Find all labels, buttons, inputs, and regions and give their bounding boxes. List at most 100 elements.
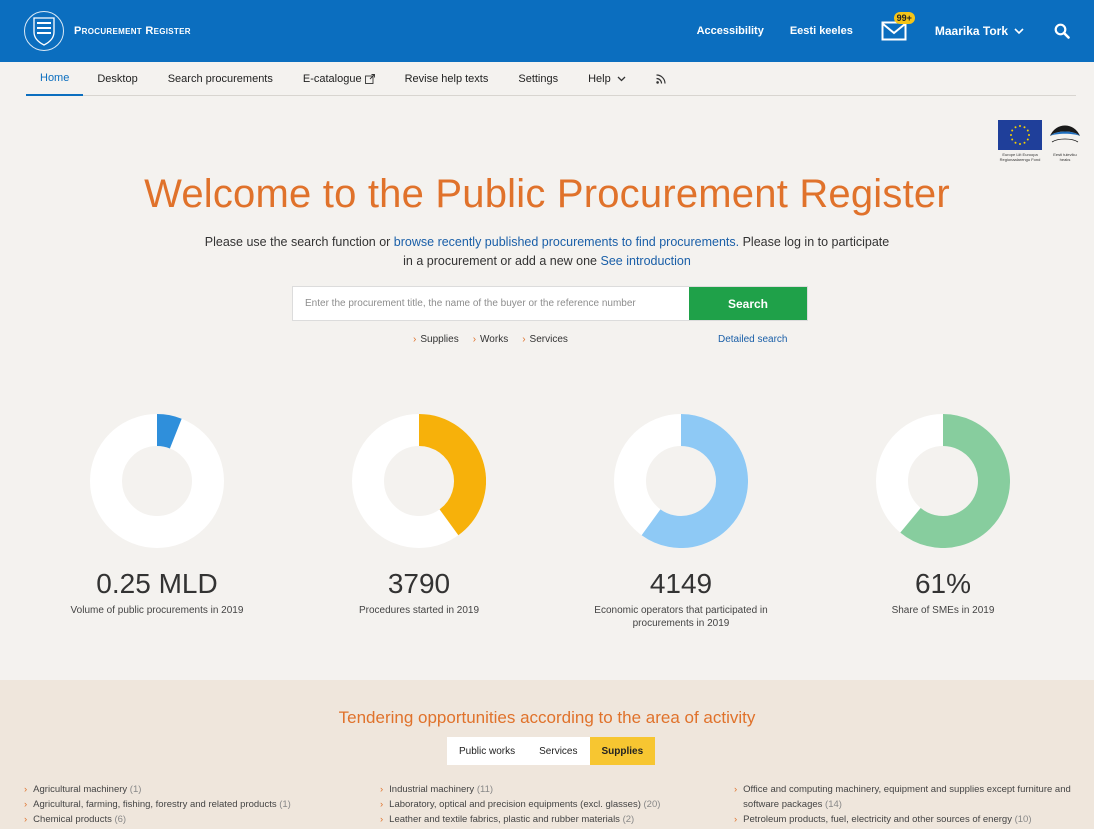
donut-chart (352, 414, 486, 548)
donut-chart (614, 414, 748, 548)
stat-label: Volume of public procurements in 2019 (70, 605, 244, 616)
stat-label: Procedures started in 2019 (358, 605, 480, 616)
activity-item[interactable]: › Office and computing machinery, equipme… (734, 782, 1074, 812)
tendering-title: Tendering opportunities according to the… (338, 708, 756, 727)
chevron-right-icon: › (24, 814, 28, 825)
chevron-right-icon: › (734, 814, 738, 825)
activity-item-count: (1) (279, 799, 291, 810)
donut-segment (418, 414, 486, 536)
detailed-search-link[interactable]: Detailed search (718, 334, 787, 345)
stat-value: 4149 (649, 568, 713, 599)
tendering-section: Tendering opportunities according to the… (0, 680, 1094, 829)
search-input[interactable] (293, 287, 689, 320)
language-link[interactable]: Eesti keeles (790, 25, 853, 37)
user-menu[interactable]: Maarika Tork (935, 24, 1024, 38)
stat-volume: 0.25 MLD Volume of public procurements i… (26, 414, 288, 617)
user-name: Maarika Tork (934, 24, 1008, 38)
chevron-right-icon: › (734, 784, 738, 795)
nav-search-procurements[interactable]: Search procurements (168, 62, 273, 96)
activity-item[interactable]: › Chemical products (6) (24, 812, 354, 827)
main-nav: Home Desktop Search procurements E-catal… (26, 62, 1076, 96)
search-form: Search (292, 286, 808, 321)
activity-item-count: (14) (825, 799, 842, 810)
accessibility-link[interactable]: Accessibility (697, 25, 764, 37)
nav-e-catalogue-label: E-catalogue (302, 72, 362, 85)
donut-segment (156, 414, 182, 449)
logo[interactable]: Procurement Register (24, 11, 191, 51)
nav-help[interactable]: Help (588, 62, 626, 96)
stat-operators: 4149 Economic operators that participate… (550, 414, 812, 630)
chevron-right-icon: › (24, 784, 28, 795)
nav-desktop[interactable]: Desktop (97, 62, 137, 96)
category-services-link[interactable]: › Services (522, 334, 568, 345)
activity-item-label: Laboratory, optical and precision equipm… (389, 799, 661, 810)
stat-value: 0.25 MLD (96, 568, 218, 599)
activity-item-label: Industrial machinery (11) (389, 784, 494, 795)
activity-item-count: (20) (643, 799, 661, 810)
mail-icon (881, 21, 907, 41)
stat-label: Economic operators that participated in … (594, 605, 768, 629)
stat-smes: 61% Share of SMEs in 2019 (812, 414, 1074, 617)
chevron-right-icon: › (380, 784, 384, 795)
mail-button[interactable]: 99+ (879, 12, 915, 44)
activity-item-count: (10) (1014, 814, 1032, 825)
chevron-right-icon: › (380, 799, 384, 810)
activity-item-label: Petroleum products, fuel, electricity an… (743, 814, 1032, 825)
nav-revise-help-texts[interactable]: Revise help texts (405, 62, 489, 96)
search-icon[interactable] (1052, 21, 1072, 41)
activity-column-3: › Office and computing machinery, equipme… (734, 782, 1074, 827)
chevron-down-icon (1014, 27, 1024, 34)
eu-funding-logos: Europe Liit Euroopa Regionaalarengu Fond… (998, 120, 1082, 162)
tab-services[interactable]: Services (527, 737, 589, 765)
stat-value: 61% (914, 568, 972, 599)
hero-description: Please use the search function or browse… (200, 233, 894, 271)
tab-supplies[interactable]: Supplies (589, 737, 656, 765)
activity-item[interactable]: › Industrial machinery (11) (380, 782, 710, 797)
nav-settings[interactable]: Settings (518, 62, 558, 96)
rss-icon[interactable] (656, 62, 666, 96)
stat-procedures: 3790 Procedures started in 2019 (288, 414, 550, 617)
activity-item-count: (11) (476, 784, 494, 795)
donut-chart (876, 414, 1010, 548)
crest-icon (24, 11, 64, 51)
tendering-tabs: Public works Services Supplies (447, 737, 656, 765)
brand-name: Procurement Register (74, 25, 191, 37)
nav-home[interactable]: Home (26, 62, 84, 96)
activity-item-count: (1) (129, 784, 142, 795)
activity-item-label: Agricultural, farming, fishing, forestry… (33, 799, 291, 810)
activity-item-label: Agricultural machinery (1) (33, 784, 142, 795)
category-supplies-link[interactable]: › Supplies (413, 334, 459, 345)
nav-help-label: Help (588, 72, 611, 85)
nav-e-catalogue[interactable]: E-catalogue (303, 62, 375, 96)
chevron-right-icon: › (24, 799, 28, 810)
activity-item[interactable]: › Petroleum products, fuel, electricity a… (734, 812, 1074, 827)
eu-caption: Europe Liit Euroopa Regionaalarengu Fond (999, 152, 1041, 162)
activity-item-label: Office and computing machinery, equipmen… (743, 784, 1071, 810)
eu-flag-icon (998, 120, 1042, 150)
browse-procurements-link[interactable]: browse recently published procurements t… (394, 235, 739, 249)
stat-label: Share of SMEs in 2019 (891, 605, 995, 616)
see-introduction-link[interactable]: See introduction (601, 254, 691, 268)
mail-badge: 99+ (893, 12, 915, 24)
activity-item-label: Leather and textile fabrics, plastic and… (389, 814, 635, 825)
category-links: › Supplies › Works › Services (413, 334, 568, 345)
donut-chart (90, 414, 224, 548)
search-button[interactable]: Search (689, 287, 807, 320)
activity-item-count: (6) (114, 814, 127, 825)
external-link-icon (364, 73, 375, 84)
activity-item[interactable]: › Laboratory, optical and precision equip… (380, 797, 710, 812)
activity-item-count: (2) (622, 814, 635, 825)
hero-desc-text-1: Please use the search function or (204, 235, 394, 249)
activity-item[interactable]: › Agricultural machinery (1) (24, 782, 354, 797)
activity-item-label: Chemical products (6) (33, 814, 127, 825)
chevron-right-icon: › (380, 814, 384, 825)
tab-public-works[interactable]: Public works (447, 737, 527, 765)
activity-column-2: › Industrial machinery (11) › Laboratory, o… (380, 782, 710, 827)
estonia-logo-icon (1048, 120, 1082, 150)
activity-item[interactable]: › Agricultural, farming, fishing, forestr… (24, 797, 354, 812)
page-title: Welcome to the Public Procurement Regist… (144, 172, 950, 216)
category-works-link[interactable]: › Works (473, 334, 509, 345)
chevron-down-icon (617, 76, 626, 81)
stat-value: 3790 (387, 568, 451, 599)
activity-item[interactable]: › Leather and textile fabrics, plastic an… (380, 812, 710, 827)
